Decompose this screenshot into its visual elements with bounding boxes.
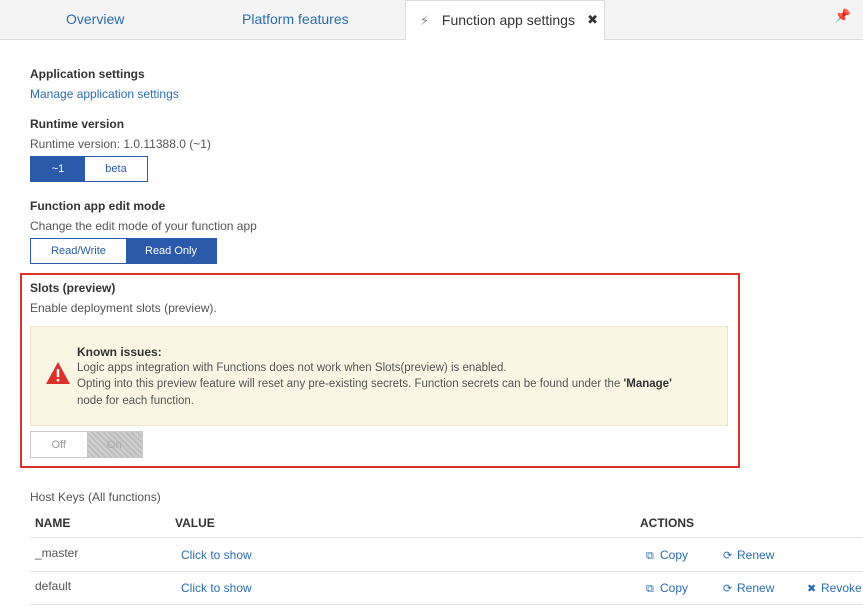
runtime-version-toggle: ~1 beta: [30, 156, 148, 182]
copy-icon: ⧉: [646, 583, 654, 595]
revoke-button[interactable]: ✖ Revoke: [807, 581, 862, 595]
warning-line-2: Opting into this preview feature will re…: [77, 378, 672, 390]
runtime-option-beta[interactable]: beta: [85, 157, 147, 181]
table-divider: [30, 571, 863, 572]
copy-button[interactable]: ⧉ Copy: [646, 581, 688, 596]
copy-icon: ⧉: [646, 550, 654, 562]
edit-mode-description: Change the edit mode of your function ap…: [30, 219, 257, 233]
revoke-label: Revoke: [821, 581, 862, 595]
warning-line-3: node for each function.: [77, 395, 194, 407]
known-issues-warning: Known issues: Logic apps integration wit…: [30, 326, 728, 426]
key-name: default: [35, 579, 72, 593]
edit-mode-toggle: Read/Write Read Only: [30, 238, 217, 264]
application-settings-title: Application settings: [30, 67, 145, 81]
refresh-icon: ⟳: [723, 550, 733, 562]
pin-icon[interactable]: 📌: [835, 8, 851, 24]
slots-toggle: Off On: [30, 431, 143, 458]
runtime-option-v1[interactable]: ~1: [31, 157, 85, 181]
edit-mode-read-write[interactable]: Read/Write: [31, 239, 126, 263]
tab-overview[interactable]: Overview: [66, 0, 124, 40]
table-divider: [30, 537, 863, 538]
copy-button[interactable]: ⧉ Copy: [646, 548, 688, 563]
warning-line-1: Logic apps integration with Functions do…: [77, 362, 507, 374]
slots-title: Slots (preview): [30, 281, 116, 295]
close-icon: ✖: [807, 583, 817, 595]
column-header-actions: ACTIONS: [640, 516, 694, 530]
renew-button[interactable]: ⟳ Renew: [723, 548, 774, 562]
edit-mode-title: Function app edit mode: [30, 199, 166, 213]
function-icon: ⚡: [420, 13, 430, 28]
copy-label: Copy: [660, 581, 689, 595]
tab-platform-features[interactable]: Platform features: [242, 0, 349, 40]
slots-toggle-on[interactable]: On: [86, 432, 142, 457]
key-name: _master: [35, 546, 79, 560]
runtime-version-title: Runtime version: [30, 117, 125, 131]
tab-label: Function app settings: [441, 12, 575, 28]
manage-application-settings-link[interactable]: Manage application settings: [30, 87, 179, 101]
click-to-show-link[interactable]: Click to show: [181, 581, 252, 595]
edit-mode-read-only[interactable]: Read Only: [126, 239, 216, 263]
click-to-show-link[interactable]: Click to show: [181, 548, 252, 562]
tab-bar: Overview Platform features ⚡ Function ap…: [0, 0, 863, 40]
warning-title: Known issues:: [77, 345, 162, 359]
runtime-version-value: Runtime version: 1.0.11388.0 (~1): [30, 137, 211, 151]
renew-label: Renew: [737, 548, 775, 562]
warning-icon: [46, 362, 70, 384]
renew-label: Renew: [737, 581, 775, 595]
host-keys-title: Host Keys (All functions): [30, 490, 161, 504]
column-header-name: NAME: [35, 516, 71, 530]
copy-label: Copy: [660, 548, 689, 562]
slots-description: Enable deployment slots (preview).: [30, 301, 217, 315]
close-icon[interactable]: ✖: [587, 1, 598, 39]
renew-button[interactable]: ⟳ Renew: [723, 581, 774, 595]
warning-line-2-text: Opting into this preview feature will re…: [77, 378, 624, 390]
refresh-icon: ⟳: [723, 583, 733, 595]
tab-function-app-settings[interactable]: ⚡ Function app settings ✖: [405, 0, 605, 40]
table-divider: [30, 604, 863, 605]
column-header-value: VALUE: [175, 516, 215, 530]
slots-toggle-off[interactable]: Off: [31, 432, 87, 457]
warning-manage-label: 'Manage': [623, 378, 672, 390]
